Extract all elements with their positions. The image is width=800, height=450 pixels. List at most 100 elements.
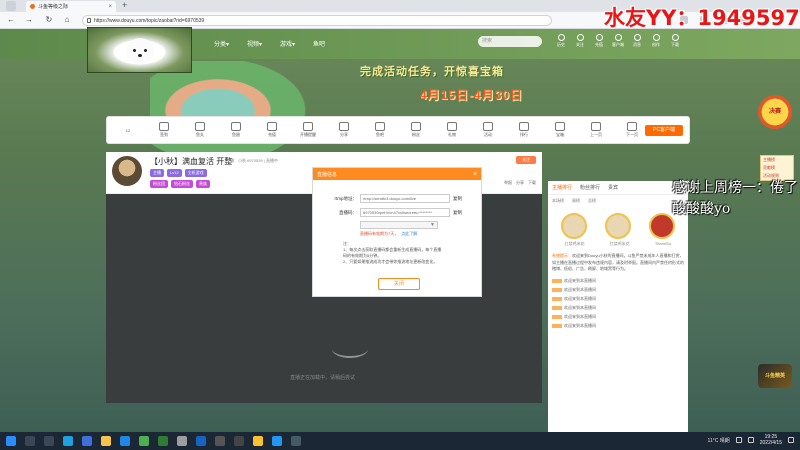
gift-item[interactable]: 下一页 [621,122,643,138]
learn-more-link[interactable]: 点此了解 [401,231,417,236]
network-icon[interactable] [735,437,742,443]
forward-button[interactable]: → [24,15,34,25]
fan-tag[interactable]: 粉丝团 [150,180,168,188]
tab-vip[interactable]: 贵宾 [608,184,618,191]
tab-actions-icon[interactable] [6,1,16,11]
history-button[interactable]: 历史 [556,34,566,48]
download-app-button[interactable]: 下载 [528,180,536,186]
gift-item[interactable]: 礼物 [441,122,463,138]
subtab-total[interactable]: 总榜 [588,198,596,204]
download-button[interactable]: 下载 [670,34,680,48]
rank-name[interactable]: 红烧鸡米花 [610,241,630,247]
weather-widget[interactable]: 11°C 晴朗 [708,437,730,444]
stream-code-field[interactable]: 6970539rpnhVcn47xx0secrets=******** [360,208,450,217]
rank-avatar[interactable] [605,213,631,239]
gift-item[interactable]: 粉丝 [405,122,427,138]
obs-icon[interactable] [215,436,225,446]
room-tag[interactable]: 主机游戏 [184,169,207,177]
modal-close-icon[interactable]: × [473,171,477,178]
home-button[interactable]: ⌂ [62,15,72,25]
message-icon [633,34,641,41]
menu-video[interactable]: 视频▾ [247,39,262,48]
volume-icon[interactable] [747,437,754,443]
level-badge [552,314,562,319]
rtmp-field[interactable]: rtmp://sendtc3.douyu.com/live [360,194,450,203]
rank-avatar[interactable] [561,213,587,239]
site-search-input[interactable]: 搜索 [478,36,542,47]
back-button[interactable]: ← [6,15,16,25]
rank-name[interactable]: 红烧鸡米花 [565,241,585,247]
rtmp-label: rtmp地址： [334,195,358,201]
follow-button[interactable]: 关注 [516,156,536,164]
search-icon[interactable] [25,436,35,446]
gift-item[interactable]: 鱼翅 [225,122,247,138]
gift-item[interactable]: 排行 [513,122,535,138]
edge-icon[interactable] [63,436,73,446]
menu-category[interactable]: 分类▾ [214,39,229,48]
tab-close-icon[interactable]: × [108,4,112,10]
app-icon[interactable] [291,436,301,446]
app-icon[interactable] [158,436,168,446]
gift-item[interactable]: 鱼丸 [189,122,211,138]
task-view-icon[interactable] [44,436,54,446]
close-modal-button[interactable]: 关闭 [378,278,420,290]
recharge-button[interactable]: 充值 [594,34,604,48]
room-tag[interactable]: Lv12 [167,169,182,177]
rank-name[interactable]: TiramiSU [655,241,672,247]
tab-anchor-rank[interactable]: 主播排行 [552,184,572,191]
menu-yuba[interactable]: 鱼吧 [313,39,325,48]
chat-panel: 主播排行 粉丝排行 贵宾 本场榜 周榜 总榜 红烧鸡米花 红烧鸡米花 Tiram… [548,181,688,432]
notification-icon[interactable] [788,437,794,443]
folder-icon[interactable] [101,436,111,446]
copy-code-button[interactable]: 复制 [453,210,462,216]
tab-fan-rank[interactable]: 粉丝排行 [580,184,600,191]
gift-item[interactable]: 分享 [333,122,355,138]
level-badge [552,278,562,283]
thanks-overlay-text: 感谢上周榜一：倦了酸酸酸yo [672,180,798,217]
gift-item[interactable]: 充值 [261,122,283,138]
site-menu: 分类▾ 视频▾ 游戏▾ 鱼吧 [214,39,325,48]
share-button[interactable]: 分享 [516,180,524,186]
new-tab-button[interactable]: + [122,0,127,10]
side-list-item[interactable]: 主播榜 [761,156,793,164]
message-button[interactable]: 消息 [632,34,642,48]
store-icon[interactable] [120,436,130,446]
server-select[interactable]: ▼ [360,221,438,229]
app-icon[interactable] [234,436,244,446]
create-button[interactable]: 创作 [651,34,661,48]
gift-item[interactable]: 宝箱 [549,122,571,138]
subtab-session[interactable]: 本场榜 [552,198,564,204]
url-input[interactable]: https://www.douyu.com/topic/zaobai?rid=6… [82,15,552,26]
anchor-avatar[interactable] [112,156,142,186]
chat-line: 欢迎来到本直播间 [552,313,684,322]
browser-tab[interactable]: 斗鱼等级之际 × [26,1,116,12]
report-button[interactable]: 举报 [504,180,512,186]
wechat-icon[interactable] [139,436,149,446]
gift-item[interactable]: 开播提醒 [297,122,319,138]
client-button[interactable]: 客户端 [612,34,624,48]
gift-item[interactable]: 鱼吧 [369,122,391,138]
app-icon[interactable] [82,436,92,446]
gift-item[interactable]: 上一页 [585,122,607,138]
fan-tag[interactable]: 钻石粉丝 [171,180,193,188]
subtab-week[interactable]: 周榜 [572,198,580,204]
app-icon[interactable] [177,436,187,446]
follow-list-button[interactable]: 关注 [575,34,585,48]
steam-icon[interactable] [196,436,206,446]
room-tag[interactable]: 主播 [150,169,164,177]
reload-button[interactable]: ↻ [44,15,54,25]
clock[interactable]: 19:25 2022/4/15 [760,434,782,446]
pc-client-button[interactable]: PC客户端 [645,125,683,136]
copy-rtmp-button[interactable]: 复制 [453,196,462,202]
windows-start-icon[interactable] [6,436,16,446]
fin-icon [231,122,241,131]
side-list-item[interactable]: 贡献榜 [761,164,793,172]
event-side-badge[interactable]: 决赛 [758,95,792,129]
app-icon[interactable] [253,436,263,446]
app-icon[interactable] [272,436,282,446]
gift-item[interactable]: 活动 [477,122,499,138]
chat-list: 欢迎来到本直播间 欢迎来到本直播间 欢迎来到本直播间 欢迎来到本直播间 欢迎来到… [552,277,684,331]
menu-game[interactable]: 游戏▾ [280,39,295,48]
gift-item[interactable]: 签到 [153,122,175,138]
fan-tag[interactable]: 贵族 [196,180,210,188]
